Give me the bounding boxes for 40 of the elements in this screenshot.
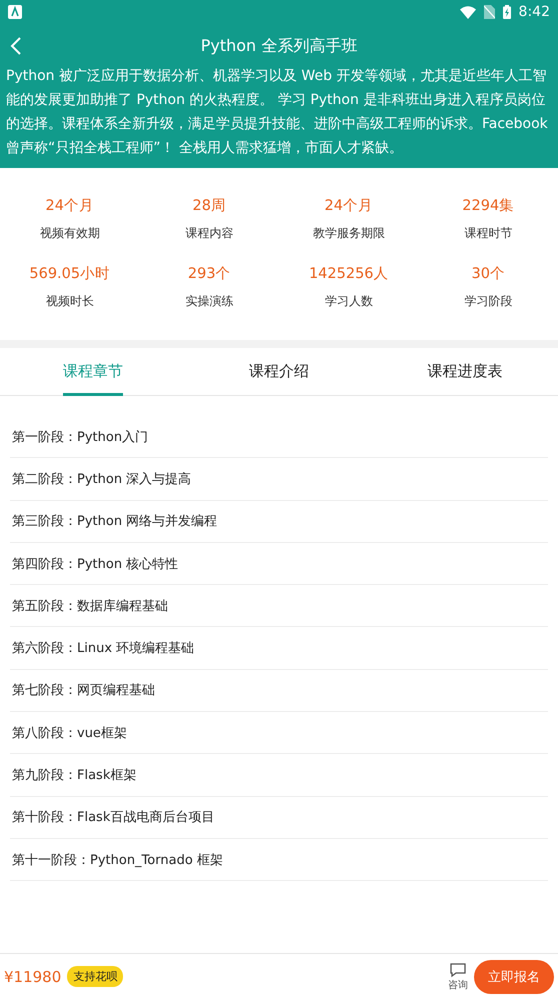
stat-label: 实操演练 [185, 293, 234, 310]
stat-label: 课程时节 [464, 225, 512, 242]
stat-label: 视频有效期 [40, 225, 100, 242]
stat-value: 24个月 [46, 197, 94, 215]
chapter-item[interactable]: 第一阶段：Python入门 [10, 416, 548, 458]
stat-value: 569.05小时 [29, 265, 110, 283]
notification-icon [8, 5, 22, 19]
back-icon[interactable] [10, 36, 22, 56]
stat-label: 学习阶段 [464, 293, 512, 310]
price: ¥11980 [4, 968, 62, 986]
chapter-item[interactable]: 第六阶段：Linux 环境编程基础 [10, 627, 548, 670]
stat-label: 视频时长 [46, 293, 94, 310]
chapter-item[interactable]: 第九阶段：Flask框架 [10, 754, 548, 797]
chapter-item[interactable]: 第七阶段：网页编程基础 [10, 670, 548, 712]
stat-value: 293个 [188, 265, 231, 283]
no-sim-icon [484, 5, 495, 19]
stat-value: 1425256人 [308, 265, 389, 283]
consult-button[interactable]: 咨询 [448, 962, 468, 992]
payment-badge: 支持花呗 [67, 966, 124, 987]
tab[interactable]: 课程介绍 [186, 348, 372, 395]
stat-label: 学习人数 [324, 293, 373, 310]
page-title: Python 全系列高手班 [200, 36, 358, 56]
status-time: 8:42 [518, 4, 550, 20]
stat-value: 28周 [192, 197, 226, 215]
stat-value: 2294集 [462, 197, 514, 215]
tab[interactable]: 课程进度表 [372, 348, 558, 395]
stat-value: 30个 [472, 265, 505, 283]
stat-value: 24个月 [324, 197, 373, 215]
stat-label: 教学服务期限 [312, 225, 385, 242]
stat-label: 课程内容 [185, 225, 234, 242]
chapter-item[interactable]: 第五阶段：数据库编程基础 [10, 585, 548, 628]
wifi-icon [460, 6, 476, 18]
chapter-item[interactable]: 第二阶段：Python 深入与提高 [10, 458, 548, 501]
course-description: Python 被广泛应用于数据分析、机器学习以及 Web 开发等领域，尤其是近些年人工智能的发展更加助推了 Python 的火热程度。 学习 Python 是非科班出身进入程序员岗位的选择。课程体系全新升级，满足学员提升技能、进阶中高级工程师的诉求。Facebook曾声称“只招全栈工程师”！ 全栈用人需求猛增，市面人才紧缺。 [5, 67, 549, 158]
chapter-item[interactable]: 第八阶段：vue框架 [10, 712, 548, 754]
battery-icon [502, 5, 511, 19]
chapter-item[interactable]: 第四阶段：Python 核心特性 [10, 542, 548, 586]
chapter-item[interactable]: 第三阶段：Python 网络与并发编程 [10, 500, 548, 543]
chapter-item[interactable]: 第十一阶段：Python_Tornado 框架 [10, 838, 548, 882]
chapter-item[interactable]: 第十阶段：Flask百战电商后台项目 [10, 796, 548, 839]
